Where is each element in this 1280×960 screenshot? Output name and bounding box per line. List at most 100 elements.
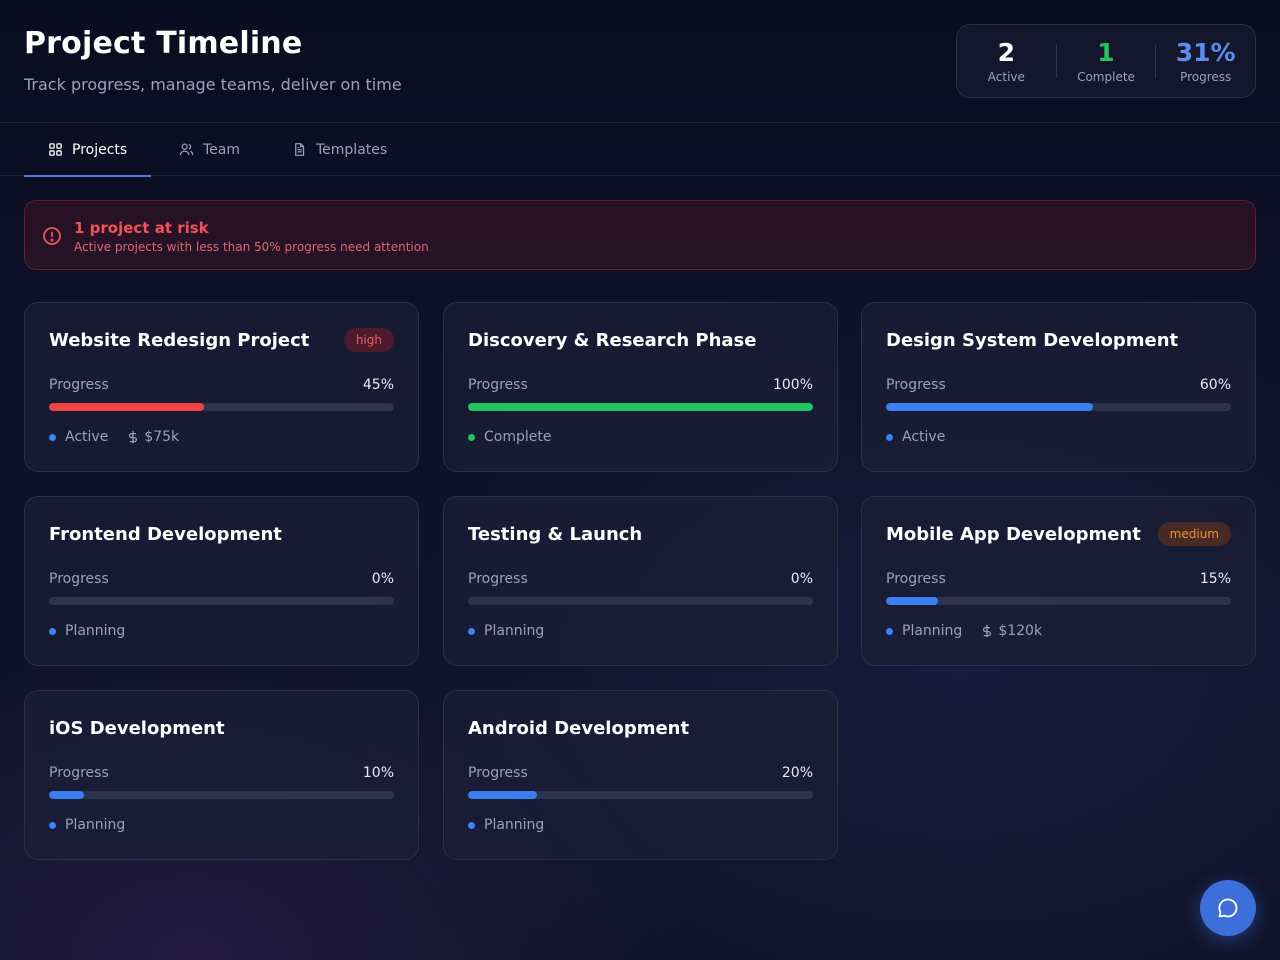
status-dot <box>886 627 893 635</box>
document-icon <box>295 143 305 156</box>
progress-percent: 100% <box>772 377 813 393</box>
status-text: Active <box>65 429 109 445</box>
progress-percent: 20% <box>781 765 813 781</box>
status-text: Active <box>902 429 946 445</box>
project-title: iOS Development <box>49 718 225 739</box>
progress-track <box>49 597 394 605</box>
status-dot <box>468 627 475 635</box>
page-header: Project Timeline Track progress, manage … <box>24 26 402 94</box>
users-icon <box>179 143 194 156</box>
tab-projects[interactable]: Projects <box>24 123 151 177</box>
priority-badge: high <box>343 328 394 352</box>
project-title: Mobile App Development <box>886 524 1141 545</box>
alert-description: Active projects with less than 50% progr… <box>74 240 429 254</box>
dollar-icon <box>129 430 138 444</box>
status-dot <box>49 433 56 441</box>
priority-badge: medium <box>1157 522 1231 546</box>
project-meta: Active <box>886 429 945 445</box>
stats-panel: 2 Active 1 Complete 31% Progress <box>956 24 1256 98</box>
stat-progress: 31% Progress <box>1156 38 1255 84</box>
tab-label: Templates <box>316 141 388 158</box>
project-card[interactable]: iOS Development Progress 10% Planning <box>24 690 419 860</box>
status-dot <box>49 627 56 635</box>
progress-label: Progress <box>468 765 528 781</box>
progress-fill <box>49 403 205 411</box>
status-text: Planning <box>484 817 545 833</box>
progress-track <box>468 597 813 605</box>
project-title: Testing & Launch <box>468 524 643 545</box>
status-dot <box>468 821 475 829</box>
progress-label: Progress <box>886 377 946 393</box>
project-card[interactable]: Frontend Development Progress 0% Plannin… <box>24 496 419 666</box>
progress-percent: 60% <box>1199 377 1231 393</box>
tab-label: Projects <box>72 141 128 158</box>
progress-track <box>49 403 394 411</box>
status-text: Planning <box>484 623 545 639</box>
stat-value: 2 <box>997 38 1016 67</box>
alert-title: 1 project at risk <box>74 219 209 237</box>
progress-percent: 45% <box>362 377 394 393</box>
status-text: Planning <box>65 623 126 639</box>
stat-complete: 1 Complete <box>1057 38 1156 84</box>
stat-label: Active <box>987 70 1025 84</box>
project-title: Discovery & Research Phase <box>468 330 757 351</box>
status-dot <box>886 433 893 441</box>
progress-percent: 15% <box>1199 571 1231 587</box>
budget-text: $120k <box>998 623 1043 639</box>
chat-bubble-icon <box>1218 898 1238 918</box>
tab-label: Team <box>203 141 241 158</box>
budget-text: $75k <box>144 429 180 445</box>
progress-fill <box>49 791 84 799</box>
tab-templates[interactable]: Templates <box>292 123 387 176</box>
project-meta: Planning <box>49 817 125 833</box>
project-meta: Planning <box>468 817 544 833</box>
page-title: Project Timeline <box>24 26 303 61</box>
alert-circle-icon <box>43 227 61 245</box>
grid-icon <box>49 143 62 156</box>
status-dot <box>468 433 475 441</box>
progress-percent: 10% <box>362 765 394 781</box>
progress-label: Progress <box>49 377 109 393</box>
stat-active: 2 Active <box>957 38 1056 84</box>
progress-track <box>886 597 1231 605</box>
progress-track <box>468 403 813 411</box>
progress-label: Progress <box>886 571 946 587</box>
stat-label: Complete <box>1077 70 1135 84</box>
status-text: Complete <box>484 429 552 445</box>
page-subtitle: Track progress, manage teams, deliver on… <box>24 75 402 94</box>
project-card[interactable]: Mobile App Development medium Progress 1… <box>861 496 1256 666</box>
progress-percent: 0% <box>371 571 394 587</box>
project-title: Website Redesign Project <box>49 330 310 351</box>
progress-fill <box>886 403 1093 411</box>
tab-bar: Projects Team Templates <box>0 122 1280 177</box>
project-title: Frontend Development <box>49 524 282 545</box>
progress-track <box>49 791 394 799</box>
stat-label: Progress <box>1180 70 1232 84</box>
project-meta: Planning <box>49 623 125 639</box>
project-card[interactable]: Website Redesign Project high Progress 4… <box>24 302 419 472</box>
stat-value: 1 <box>1097 38 1115 67</box>
stat-value: 31% <box>1175 38 1236 67</box>
project-meta: Active $75k <box>49 429 179 445</box>
project-title: Design System Development <box>886 330 1179 351</box>
project-card[interactable]: Design System Development Progress 60% A… <box>861 302 1256 472</box>
status-text: Planning <box>65 817 126 833</box>
project-meta: Planning <box>468 623 544 639</box>
progress-track <box>468 791 813 799</box>
status-dot <box>49 821 56 829</box>
chat-button[interactable] <box>1200 880 1256 936</box>
project-meta: Planning $120k <box>886 623 1042 639</box>
project-meta: Complete <box>468 429 551 445</box>
dollar-icon <box>983 624 992 638</box>
tab-team[interactable]: Team <box>179 123 240 176</box>
progress-fill <box>468 403 813 411</box>
progress-percent: 0% <box>790 571 813 587</box>
progress-track <box>886 403 1231 411</box>
project-card[interactable]: Android Development Progress 20% Plannin… <box>443 690 838 860</box>
progress-label: Progress <box>49 571 109 587</box>
project-card[interactable]: Discovery & Research Phase Progress 100%… <box>443 302 838 472</box>
project-card[interactable]: Testing & Launch Progress 0% Planning <box>443 496 838 666</box>
budget: $120k <box>980 623 1042 639</box>
risk-alert: 1 project at risk Active projects with l… <box>24 200 1256 270</box>
progress-fill <box>468 791 537 799</box>
